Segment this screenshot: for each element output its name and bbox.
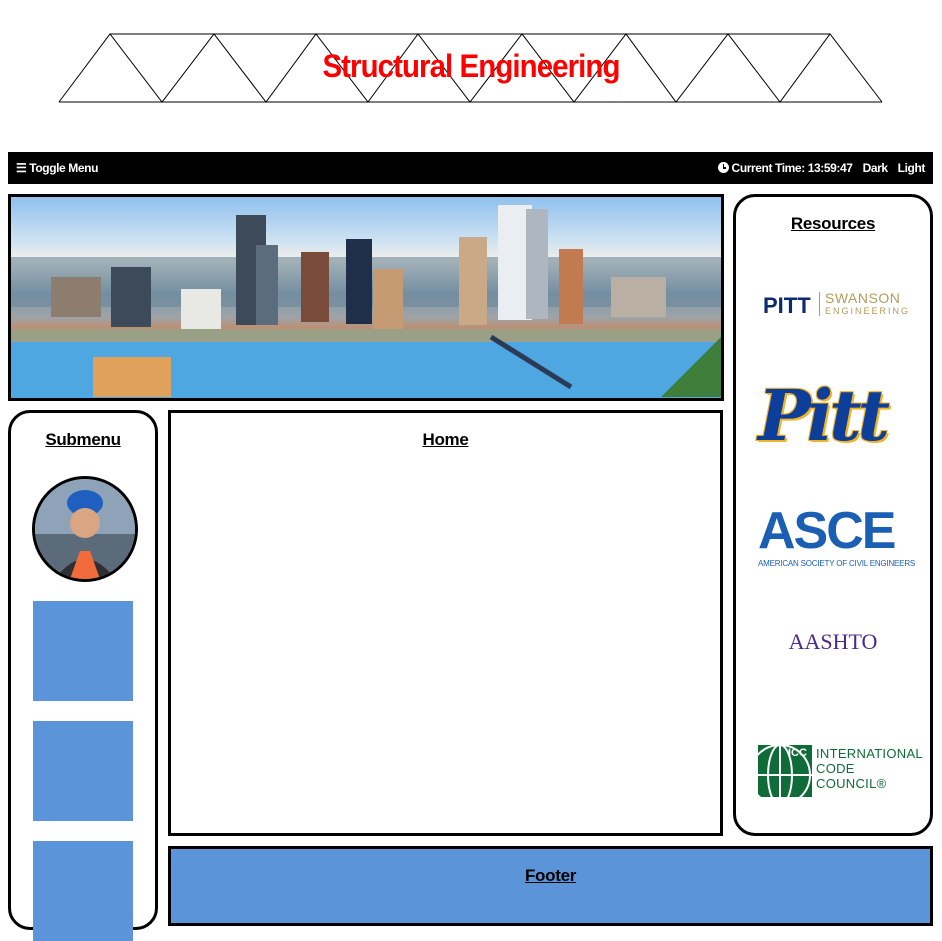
pitt-swanson-name: SWANSON: [825, 290, 901, 306]
footer-panel: Footer: [168, 846, 933, 926]
skyline-illustration: [11, 205, 721, 398]
footer-title: Footer: [524, 866, 577, 885]
icc-box-text: ICC: [788, 747, 807, 759]
resources-panel: Resources PITT SWANSON ENGINEERING Pitt …: [733, 194, 933, 836]
icc-line-1: INTERNATIONAL: [816, 746, 923, 761]
resources-title: Resources: [790, 214, 876, 233]
city-skyline-banner: [8, 194, 724, 401]
home-panel: Home: [168, 410, 723, 836]
toggle-menu-button[interactable]: ☰ Toggle Menu: [16, 161, 98, 175]
site-header: Structural Engineering: [0, 0, 942, 150]
aashto-logo[interactable]: AASHTO: [758, 629, 908, 659]
submenu-button-1[interactable]: [33, 601, 133, 701]
top-navbar: ☰ Toggle Menu Current Time: 13:59:47 Dar…: [8, 152, 933, 184]
site-title: Structural Engineering: [322, 48, 620, 84]
pitt-swanson-divider: [819, 292, 820, 316]
home-title: Home: [422, 430, 469, 449]
current-time: Current Time: 13:59:47: [717, 161, 853, 175]
nav-right-group: Current Time: 13:59:47 Dark Light: [717, 161, 926, 175]
icc-line-3: COUNCIL®: [816, 776, 887, 791]
asce-logo[interactable]: ASCE AMERICAN SOCIETY OF CIVIL ENGINEERS: [758, 502, 915, 573]
pitt-logo[interactable]: Pitt: [758, 374, 908, 470]
asce-logo-sub: AMERICAN SOCIETY OF CIVIL ENGINEERS: [758, 559, 916, 568]
light-mode-link[interactable]: Light: [898, 161, 926, 175]
pitt-swanson-main: PITT: [763, 293, 811, 318]
asce-logo-main: ASCE: [758, 502, 896, 560]
clock-icon: [717, 162, 729, 173]
submenu-title: Submenu: [45, 430, 121, 449]
pitt-logo-text: Pitt: [758, 374, 890, 457]
submenu-button-3[interactable]: [33, 841, 133, 941]
submenu-panel: Submenu: [8, 410, 158, 941]
dark-mode-link[interactable]: Dark: [863, 161, 888, 175]
pitt-swanson-logo[interactable]: PITT SWANSON ENGINEERING: [758, 289, 908, 319]
icc-line-2: CODE: [816, 761, 855, 776]
icc-logo[interactable]: ICC INTERNATIONAL CODE COUNCIL®: [758, 743, 923, 799]
current-time-label: Current Time: 13:59:47: [731, 161, 853, 175]
pitt-swanson-sub: ENGINEERING: [825, 306, 911, 316]
profile-avatar: [32, 476, 138, 582]
aashto-logo-text: AASHTO: [788, 629, 878, 654]
icc-globe-icon: ICC: [758, 745, 812, 797]
profile-photo: [35, 479, 135, 579]
submenu-button-2[interactable]: [33, 721, 133, 821]
